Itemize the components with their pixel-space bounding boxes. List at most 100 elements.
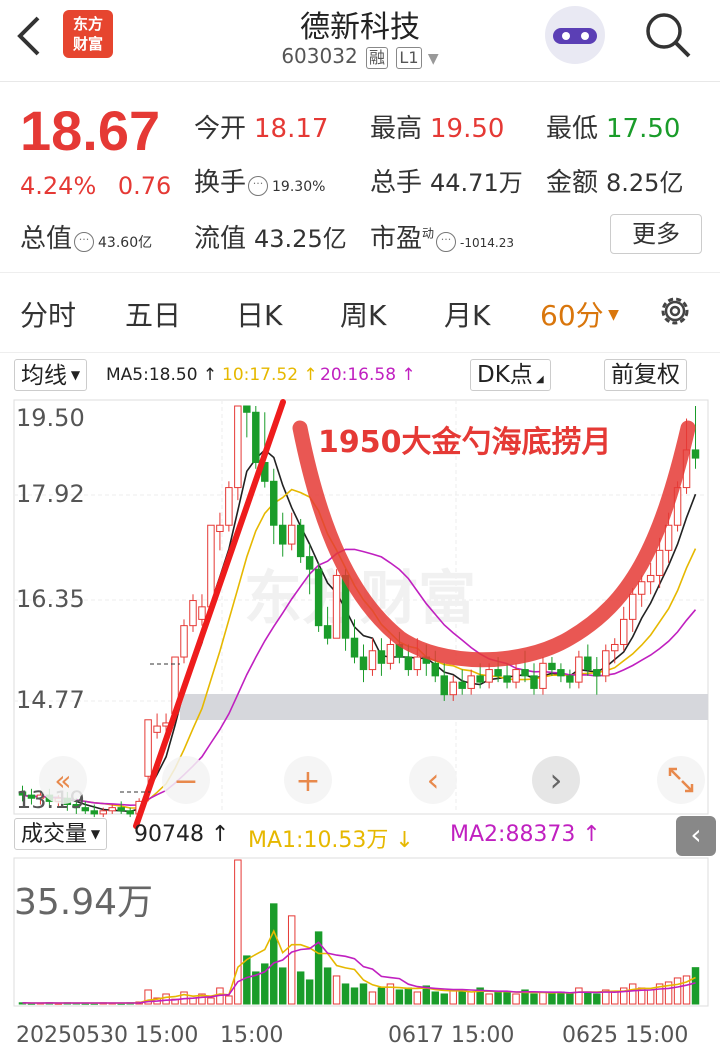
candle bbox=[494, 669, 502, 677]
candle bbox=[664, 524, 673, 551]
more-button[interactable]: 更多 bbox=[610, 214, 702, 254]
volume-bar bbox=[449, 989, 457, 1005]
chevron-left-icon[interactable]: ‹ bbox=[409, 756, 457, 804]
volume-bar bbox=[332, 975, 341, 1005]
search-icon[interactable] bbox=[643, 10, 693, 60]
volume-ma-lines bbox=[22, 929, 696, 1004]
top-header: 东方 财富 德新科技 603032 融 L1 ▼ bbox=[0, 0, 720, 82]
ma-indicator-bar: 均线 ▼ MA5:18.50 ↑ 10:17.52 ↑ 20:16.58 ↑ D… bbox=[0, 352, 720, 398]
volume-bar bbox=[207, 997, 215, 1005]
tab-daily-k[interactable]: 日K bbox=[236, 294, 282, 334]
chevron-down-icon: ▼ bbox=[67, 368, 81, 382]
tab-intraday[interactable]: 分时 bbox=[20, 294, 76, 334]
volume-bar bbox=[278, 967, 287, 1005]
volume-bar bbox=[431, 991, 440, 1005]
chevron-down-icon: ▼ bbox=[427, 51, 439, 67]
candle bbox=[270, 480, 278, 526]
candle bbox=[413, 656, 422, 671]
candle bbox=[323, 625, 332, 639]
candle bbox=[287, 524, 296, 545]
tab-60min[interactable]: 60分 ▼ bbox=[540, 294, 619, 334]
zoom-in-icon[interactable]: + bbox=[284, 756, 332, 804]
change-amount: 0.76 bbox=[117, 172, 172, 200]
kline-chart[interactable]: 东方财富 19.50 17.92 16.35 14.77 13.19 1950大… bbox=[0, 398, 720, 1064]
margin-tag: 融 bbox=[366, 47, 389, 69]
volume-bar bbox=[539, 991, 547, 1005]
candle bbox=[467, 675, 475, 689]
volume-bar bbox=[368, 991, 377, 1005]
amount-stat: 金额 8.25亿 bbox=[546, 168, 684, 198]
volume-bar bbox=[485, 993, 493, 1005]
candle bbox=[476, 675, 484, 683]
volume-bar bbox=[691, 967, 700, 1005]
volume-bar bbox=[611, 991, 619, 1005]
dk-point-dropdown[interactable]: DK点 ◢ bbox=[470, 359, 551, 391]
candle bbox=[575, 656, 583, 683]
chevron-left-icon[interactable]: ‹ bbox=[676, 816, 716, 856]
turnover-stat[interactable]: 换手 ··· 19.30% bbox=[194, 162, 325, 199]
chevron-down-icon: ▼ bbox=[87, 827, 101, 841]
double-left-arrow-icon[interactable]: « bbox=[39, 756, 87, 804]
volume-bar bbox=[503, 991, 511, 1005]
svg-text:›: › bbox=[550, 761, 563, 799]
candle bbox=[332, 574, 341, 639]
pe-stat[interactable]: 市盈动 ··· -1014.23 bbox=[370, 218, 514, 255]
market-cap-stat[interactable]: 总值 ··· 43.60亿 bbox=[20, 218, 152, 255]
tab-monthly-k[interactable]: 月K bbox=[444, 294, 490, 334]
candle bbox=[377, 650, 386, 664]
volume-bar bbox=[646, 989, 655, 1005]
volume-ma2: MA2:88373 ↑ bbox=[450, 822, 601, 847]
candle bbox=[548, 662, 556, 671]
price-tick: 17.92 bbox=[16, 480, 85, 508]
robot-avatar-icon[interactable] bbox=[545, 6, 605, 64]
candle bbox=[530, 675, 538, 689]
tab-five-day[interactable]: 五日 bbox=[125, 294, 181, 334]
info-icon[interactable]: ··· bbox=[248, 176, 269, 196]
stock-code-line[interactable]: 603032 融 L1 ▼ bbox=[0, 44, 720, 69]
change-percent: 4.24% bbox=[20, 172, 97, 200]
volume-bar bbox=[296, 971, 305, 1005]
info-icon[interactable]: ··· bbox=[74, 232, 95, 252]
candle bbox=[404, 656, 413, 671]
candle bbox=[566, 675, 574, 683]
svg-text:‹: ‹ bbox=[427, 761, 440, 799]
candle bbox=[593, 669, 601, 677]
zoom-out-icon[interactable]: − bbox=[162, 756, 210, 804]
chevron-right-icon[interactable]: › bbox=[532, 756, 580, 804]
price-tick: 19.50 bbox=[16, 404, 85, 432]
candle bbox=[99, 810, 107, 815]
adjust-button[interactable]: 前复权 bbox=[604, 359, 687, 391]
low-stat: 最低 17.50 bbox=[546, 114, 681, 144]
volume-bar bbox=[225, 995, 233, 1005]
candle bbox=[126, 810, 134, 815]
candle bbox=[691, 449, 700, 459]
volume-bar bbox=[243, 955, 251, 1005]
candle bbox=[386, 643, 395, 664]
volume-bar bbox=[413, 991, 422, 1005]
candle bbox=[359, 656, 368, 671]
volume-ma1: MA1:10.53万 ↓ bbox=[248, 828, 414, 853]
candle bbox=[449, 681, 457, 696]
candle bbox=[153, 725, 161, 733]
gear-icon[interactable] bbox=[656, 292, 694, 330]
price-tick: 14.77 bbox=[16, 686, 85, 714]
volume-stat: 总手 44.71万 bbox=[370, 168, 523, 198]
annotation-text: 1950大金勺海底捞月 bbox=[318, 425, 612, 460]
dropdown-arrow-icon: ▼ bbox=[603, 307, 619, 323]
tab-weekly-k[interactable]: 周K bbox=[340, 294, 386, 334]
volume-bar bbox=[377, 987, 386, 1005]
volume-bar bbox=[575, 987, 583, 1005]
ma-dropdown[interactable]: 均线 ▼ bbox=[14, 359, 88, 391]
info-icon[interactable]: ··· bbox=[436, 232, 457, 252]
candle bbox=[90, 810, 99, 815]
volume-bar bbox=[548, 993, 556, 1005]
volume-bar bbox=[404, 987, 413, 1005]
volume-indicator-dropdown[interactable]: 成交量 ▼ bbox=[14, 818, 108, 850]
volume-bar bbox=[270, 903, 278, 1005]
candle bbox=[305, 556, 314, 570]
stock-name: 德新科技 bbox=[300, 10, 420, 45]
candle bbox=[637, 581, 646, 595]
expand-icon[interactable] bbox=[657, 756, 705, 804]
ma5-value: MA5:18.50 ↑ bbox=[106, 365, 218, 385]
candle bbox=[602, 650, 610, 677]
